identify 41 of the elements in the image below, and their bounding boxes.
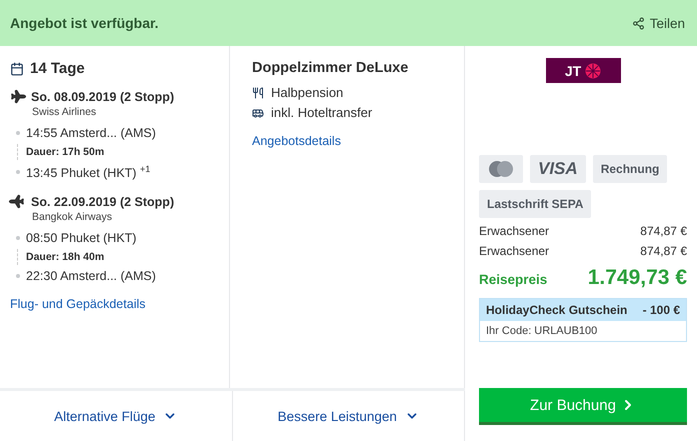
room-type: Doppelzimmer DeLuxe: [252, 60, 410, 76]
payment-method: Rechnung: [592, 155, 668, 183]
total-label: Reisepreis: [479, 272, 548, 287]
departure-time: 08:50 Phuket (HKT): [26, 231, 136, 246]
price-amount: 874,87 €: [640, 224, 687, 238]
voucher-code: Ihr Code: URLAUB100: [485, 324, 598, 339]
operator-logo: JT: [546, 58, 620, 83]
cutlery-icon: [252, 86, 264, 98]
timeline-dot: [16, 274, 20, 278]
flight-date: So. 22.09.2019 (2 Stopp): [31, 194, 174, 209]
timeline-dot: [16, 131, 20, 135]
flight-details-link[interactable]: Flug- und Gepäckdetails: [10, 297, 219, 312]
voucher-amount: - 100 €: [642, 303, 680, 317]
arrival-time: 13:45 Phuket (HKT) $^{+1}$: [26, 164, 150, 180]
mastercard-logo: [479, 155, 523, 183]
timeline-dot: [16, 236, 20, 240]
visa-logo: VISA: [530, 155, 586, 183]
total-price: 1.749,73 €: [588, 266, 687, 290]
arrival-time: 22:30 Amsterd... (AMS): [26, 269, 156, 284]
price-label: Erwachsener: [479, 224, 550, 238]
price-amount: 874,87 €: [640, 244, 687, 258]
flight-date: So. 08.09.2019 (2 Stopp): [31, 90, 174, 104]
bus-icon: [252, 106, 264, 118]
share-link[interactable]: Teilen: [632, 16, 685, 30]
calendar-icon: [10, 62, 24, 76]
voucher-title: HolidayCheck Gutschein: [486, 303, 628, 317]
airline-name: Swiss Airlines: [32, 106, 98, 118]
timeline-dot: [16, 170, 20, 174]
feature-label: Halbpension: [271, 85, 344, 100]
feature-label: inkl. Hoteltransfer: [271, 105, 372, 120]
departure-time: 14:55 Amsterd... (AMS): [26, 126, 156, 140]
flower-icon: [585, 62, 602, 78]
airline-name: Bangkok Airways: [32, 211, 113, 224]
payment-method: Lastschrift SEPA: [479, 190, 592, 218]
flight-duration: Dauer: 17h 50m: [17, 144, 219, 160]
price-label: Erwachsener: [479, 244, 550, 258]
availability-message: Angebot ist verfügbar.: [10, 15, 159, 31]
trip-duration: 14 Tage: [30, 60, 85, 77]
flight-duration: Dauer: 18h 40m: [17, 249, 219, 266]
share-icon: [632, 16, 645, 30]
offer-details-link[interactable]: Angebotsdetails: [252, 134, 341, 148]
